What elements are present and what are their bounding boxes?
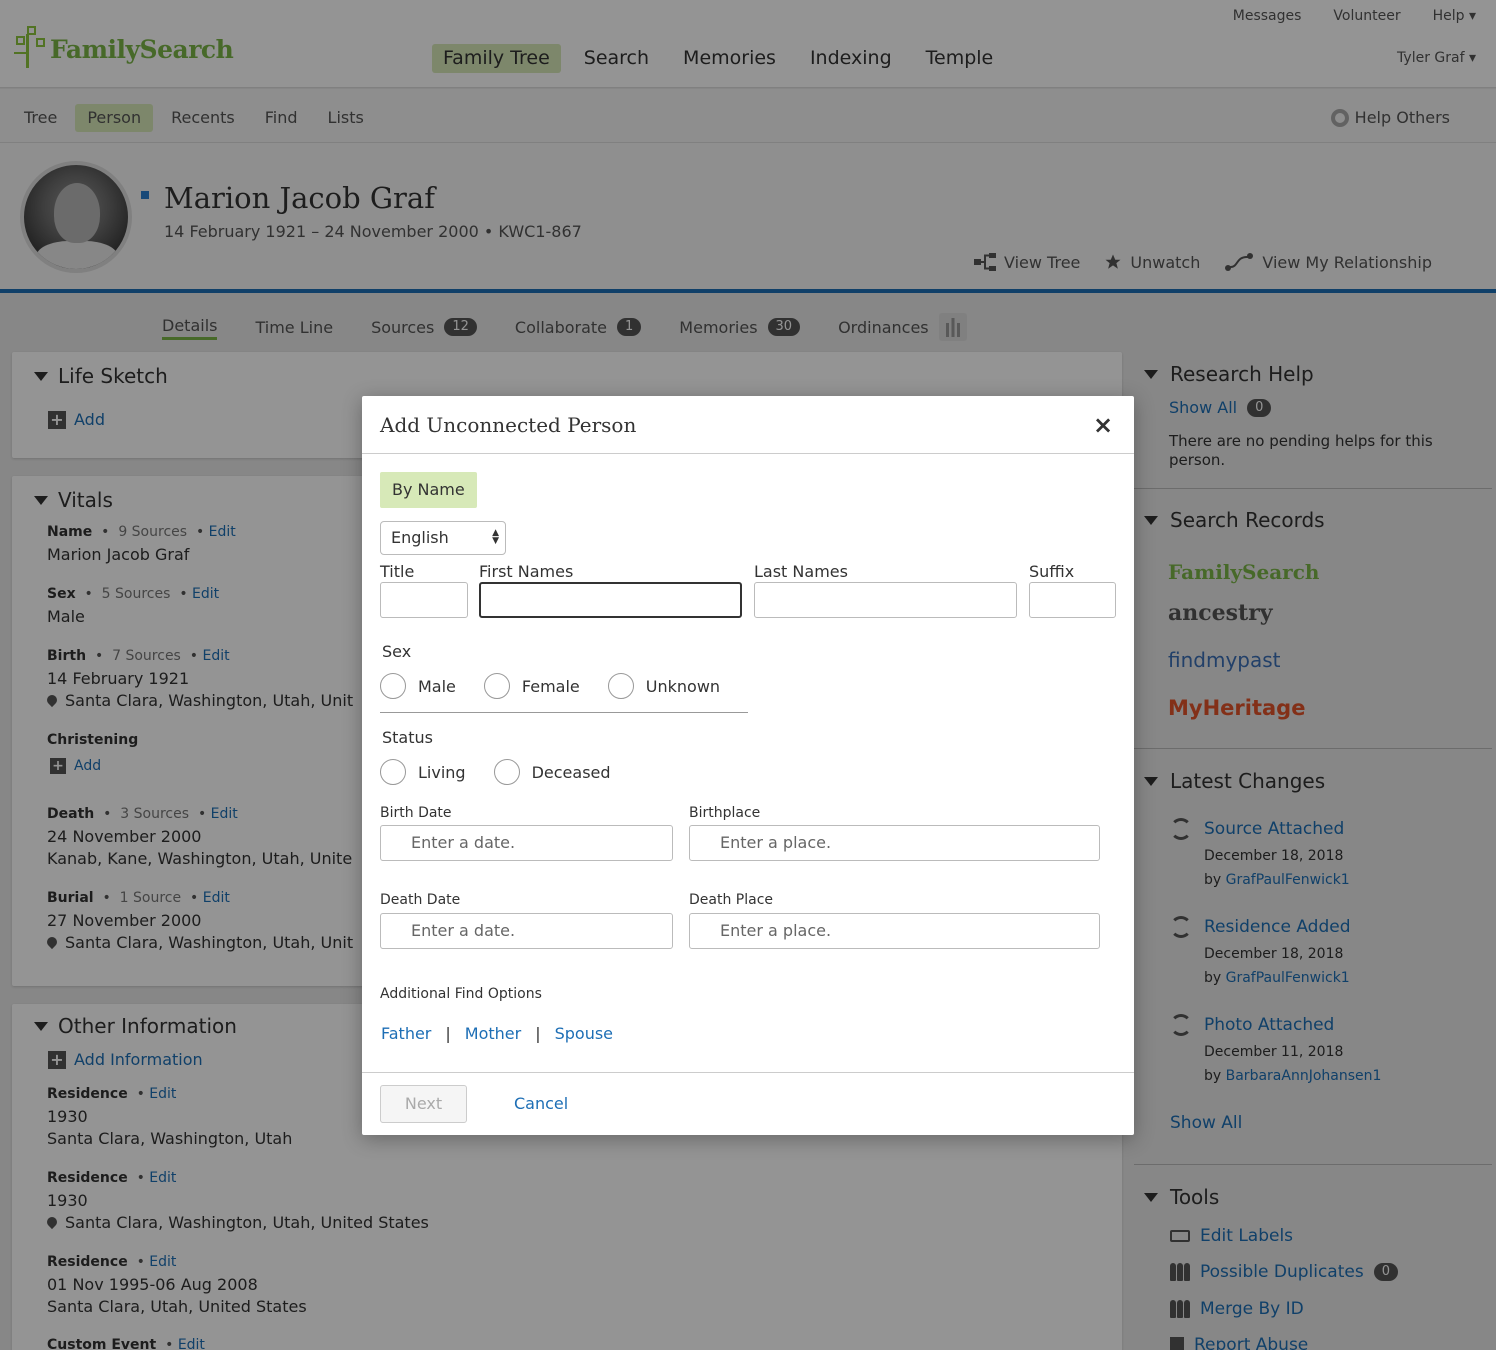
living-radio[interactable]	[380, 759, 406, 785]
unknown-radio[interactable]	[607, 673, 634, 699]
last-names-label: Last Names	[754, 562, 848, 581]
father-option-link[interactable]: Father	[381, 1024, 431, 1043]
additional-find-options-label: Additional Find Options	[380, 986, 542, 1002]
death-place-label: Death Place	[689, 892, 774, 908]
birthplace-input[interactable]: Enter a place.	[689, 825, 1100, 861]
suffix-input[interactable]	[1029, 582, 1116, 618]
next-button[interactable]: Next	[380, 1085, 467, 1123]
birthplace-label: Birthplace	[689, 805, 761, 821]
additional-find-options: Father | Mother | Spouse	[381, 1024, 614, 1043]
title-input[interactable]	[380, 582, 468, 618]
divider	[362, 1072, 1134, 1073]
female-radio[interactable]	[483, 673, 510, 699]
first-names-label: First Names	[479, 562, 574, 581]
sex-male-option[interactable]: Male	[380, 673, 456, 699]
by-name-tab[interactable]: By Name	[380, 472, 477, 508]
sex-female-option[interactable]: Female	[483, 673, 580, 699]
language-select[interactable]: English ▲ ▼	[380, 521, 506, 555]
death-date-input[interactable]: Enter a date.	[380, 913, 673, 949]
status-label: Status	[382, 728, 433, 747]
sex-label: Sex	[382, 642, 412, 661]
death-date-label: Death Date	[380, 892, 461, 908]
status-deceased-option[interactable]: Deceased	[493, 759, 611, 785]
last-names-input[interactable]	[754, 582, 1017, 618]
close-icon[interactable]: ×	[1092, 413, 1114, 437]
mother-option-link[interactable]: Mother	[465, 1024, 521, 1043]
dialog-header: Add Unconnected Person ×	[362, 396, 1134, 454]
birth-date-label: Birth Date	[380, 805, 452, 821]
select-arrows-icon: ▲ ▼	[492, 528, 499, 546]
first-names-input[interactable]	[479, 582, 742, 618]
suffix-label: Suffix	[1029, 562, 1075, 581]
cancel-button[interactable]: Cancel	[514, 1094, 568, 1113]
sex-radio-group: Male Female Unknown	[380, 673, 748, 699]
spouse-option-link[interactable]: Spouse	[555, 1024, 613, 1043]
male-radio[interactable]	[380, 673, 406, 699]
divider	[380, 712, 748, 713]
dialog-title: Add Unconnected Person	[380, 413, 637, 437]
status-living-option[interactable]: Living	[380, 759, 466, 785]
title-label: Title	[380, 562, 415, 581]
deceased-radio[interactable]	[493, 759, 520, 785]
birth-date-input[interactable]: Enter a date.	[380, 825, 673, 861]
sex-unknown-option[interactable]: Unknown	[607, 673, 720, 699]
add-unconnected-person-dialog: Add Unconnected Person × By Name English…	[362, 396, 1134, 1135]
death-place-input[interactable]: Enter a place.	[689, 913, 1100, 949]
status-radio-group: Living Deceased	[380, 759, 639, 785]
